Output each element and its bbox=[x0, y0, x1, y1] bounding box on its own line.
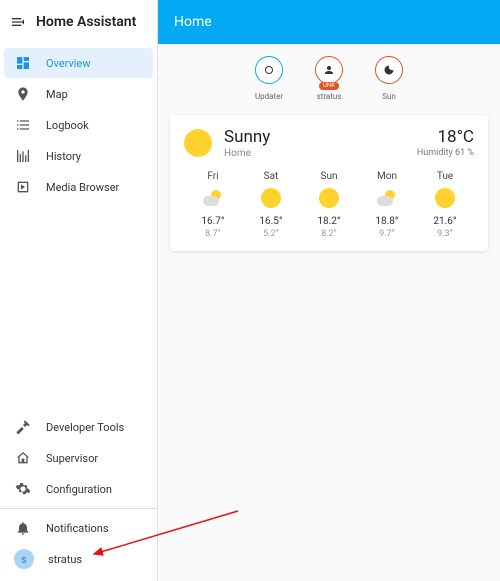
person-icon: UNK bbox=[315, 56, 343, 84]
sidebar-item-supervisor[interactable]: Supervisor bbox=[4, 443, 153, 473]
badge-label: stratus bbox=[317, 92, 342, 101]
moon-icon bbox=[375, 56, 403, 84]
circle-icon bbox=[255, 56, 283, 84]
forecast-day-name: Sat bbox=[264, 171, 279, 182]
sidebar-item-media[interactable]: Media Browser bbox=[4, 172, 153, 202]
sidebar-nav: Overview Map Logbook History Media Brows… bbox=[0, 44, 157, 203]
badges-row: Updater UNK stratus Sun bbox=[158, 44, 500, 109]
forecast-high: 18.8° bbox=[375, 216, 398, 227]
sidebar-item-label: Media Browser bbox=[46, 181, 119, 194]
sidebar: Home Assistant Overview Map Logbook Hist… bbox=[0, 0, 158, 581]
weather-condition: Sunny bbox=[224, 127, 270, 147]
forecast-high: 16.5° bbox=[259, 216, 282, 227]
sidebar-bottom: Developer Tools Supervisor Configuration… bbox=[0, 412, 157, 581]
bell-icon bbox=[14, 519, 32, 537]
badge-stratus[interactable]: UNK stratus bbox=[309, 56, 349, 101]
badge-updater[interactable]: Updater bbox=[249, 56, 289, 101]
chart-icon bbox=[14, 147, 32, 165]
menu-collapse-icon[interactable] bbox=[10, 14, 26, 30]
sun-icon bbox=[261, 188, 281, 208]
sidebar-item-label: Developer Tools bbox=[46, 421, 124, 434]
main: Home Updater UNK stratus Sun bbox=[158, 0, 500, 581]
sun-icon bbox=[319, 188, 339, 208]
forecast-low: 8.2° bbox=[321, 229, 337, 239]
user-avatar: s bbox=[14, 549, 34, 569]
sidebar-item-overview[interactable]: Overview bbox=[4, 48, 153, 78]
sidebar-item-history[interactable]: History bbox=[4, 141, 153, 171]
weather-card[interactable]: Sunny Home 18°C Humidity 61 % Fri 16.7° 8.… bbox=[170, 115, 488, 251]
sidebar-item-label: Overview bbox=[46, 57, 91, 70]
home-assistant-icon bbox=[14, 449, 32, 467]
forecast-row: Fri 16.7° 8.7° Sat 16.5° 5.2° Sun 18.2° 8.2° Mon 1… bbox=[184, 171, 474, 239]
forecast-day: Sat 16.5° 5.2° bbox=[242, 171, 300, 239]
sidebar-item-logbook[interactable]: Logbook bbox=[4, 110, 153, 140]
hammer-icon bbox=[14, 418, 32, 436]
forecast-low: 5.2° bbox=[263, 229, 279, 239]
play-box-icon bbox=[14, 178, 32, 196]
forecast-day-name: Mon bbox=[377, 171, 397, 182]
sidebar-item-label: History bbox=[46, 150, 81, 163]
user-name: stratus bbox=[48, 553, 82, 566]
app-title: Home Assistant bbox=[36, 14, 136, 30]
forecast-day: Sun 18.2° 8.2° bbox=[300, 171, 358, 239]
sidebar-item-user[interactable]: s stratus bbox=[4, 544, 153, 574]
forecast-high: 18.2° bbox=[317, 216, 340, 227]
forecast-high: 21.6° bbox=[433, 216, 456, 227]
forecast-low: 9.3° bbox=[437, 229, 453, 239]
partly-cloudy-icon bbox=[377, 188, 397, 208]
weather-temp: 18°C bbox=[417, 127, 474, 147]
sidebar-item-label: Configuration bbox=[46, 483, 112, 496]
sidebar-item-map[interactable]: Map bbox=[4, 79, 153, 109]
sidebar-item-config[interactable]: Configuration bbox=[4, 474, 153, 504]
badge-chip: UNK bbox=[319, 82, 339, 90]
badge-label: Updater bbox=[255, 92, 283, 101]
forecast-day: Tue 21.6° 9.3° bbox=[416, 171, 474, 239]
forecast-day: Fri 16.7° 8.7° bbox=[184, 171, 242, 239]
forecast-day-name: Tue bbox=[437, 171, 453, 182]
weather-header: Sunny Home 18°C Humidity 61 % bbox=[184, 127, 474, 159]
gear-icon bbox=[14, 480, 32, 498]
divider bbox=[0, 508, 157, 509]
sidebar-item-label: Logbook bbox=[46, 119, 89, 132]
forecast-low: 9.7° bbox=[379, 229, 395, 239]
sidebar-item-label: Map bbox=[46, 88, 68, 101]
sun-icon bbox=[435, 188, 455, 208]
badge-sun[interactable]: Sun bbox=[369, 56, 409, 101]
forecast-low: 8.7° bbox=[205, 229, 221, 239]
sidebar-item-label: Supervisor bbox=[46, 452, 98, 465]
sun-icon bbox=[184, 129, 212, 157]
sidebar-item-devtools[interactable]: Developer Tools bbox=[4, 412, 153, 442]
list-icon bbox=[14, 116, 32, 134]
weather-location: Home bbox=[224, 148, 270, 159]
page-title: Home bbox=[174, 14, 212, 30]
forecast-high: 16.7° bbox=[201, 216, 224, 227]
sidebar-header: Home Assistant bbox=[0, 0, 157, 44]
forecast-day-name: Fri bbox=[207, 171, 218, 182]
sidebar-item-notifications[interactable]: Notifications bbox=[4, 513, 153, 543]
map-icon bbox=[14, 85, 32, 103]
weather-humidity: Humidity 61 % bbox=[417, 148, 474, 158]
badge-label: Sun bbox=[382, 92, 396, 101]
sidebar-item-label: Notifications bbox=[46, 522, 109, 535]
dashboard-icon bbox=[14, 54, 32, 72]
partly-cloudy-icon bbox=[203, 188, 223, 208]
forecast-day: Mon 18.8° 9.7° bbox=[358, 171, 416, 239]
topbar: Home bbox=[158, 0, 500, 44]
forecast-day-name: Sun bbox=[321, 171, 338, 182]
